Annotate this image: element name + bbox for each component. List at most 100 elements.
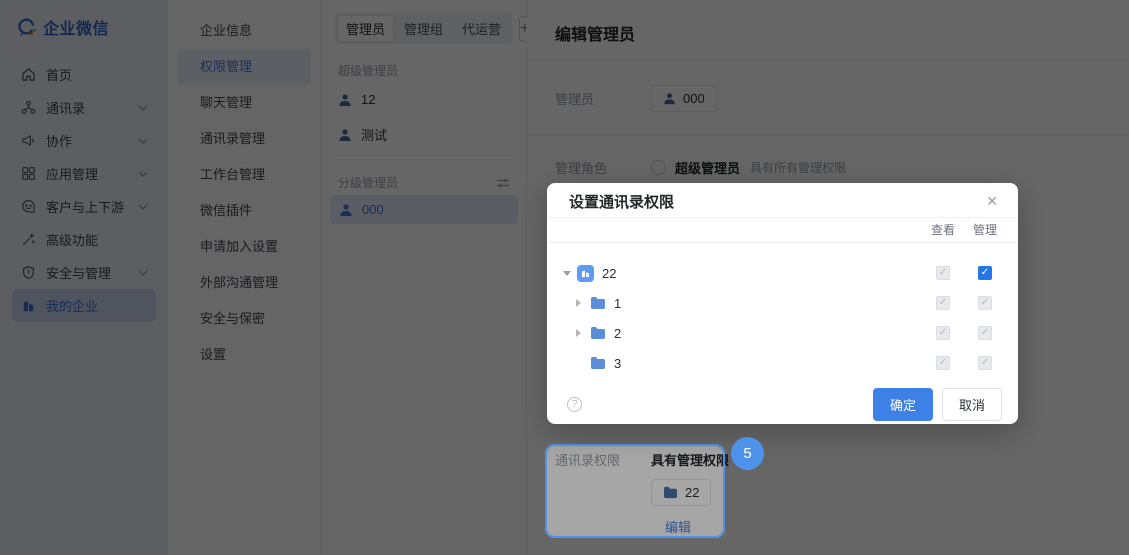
tree-node-name: 3 xyxy=(614,355,622,371)
set-contacts-permission-modal: 设置通讯录权限 ✕ 查看 管理 22 ✓ ✓ 1 ✓ ✓ 2 ✓ ✓ 3 ✓ ✓… xyxy=(547,183,1018,424)
tree-row-root[interactable]: 22 ✓ ✓ xyxy=(563,258,1000,288)
menu-item-join-settings[interactable]: 申请加入设置 xyxy=(178,229,311,265)
menu-item-company-info[interactable]: 企业信息 xyxy=(178,13,311,49)
sidebar-item-my-company[interactable]: 我的企业 xyxy=(12,289,156,322)
tree-row-dept[interactable]: 1 ✓ ✓ xyxy=(563,288,1000,318)
admin-field-row: 管理员 000 xyxy=(527,61,1129,136)
caret-down-icon[interactable] xyxy=(563,270,577,276)
manage-checkbox-disabled: ✓ xyxy=(978,296,992,310)
view-column-header: 查看 xyxy=(930,223,955,237)
menu-item-security-privacy[interactable]: 安全与保密 xyxy=(178,301,311,337)
admin-list-item[interactable]: 测试 xyxy=(322,116,526,153)
chevron-down-icon xyxy=(138,105,148,111)
tab-agent-ops[interactable]: 代运营 xyxy=(453,15,510,42)
tree-node-name: 22 xyxy=(602,265,617,281)
admin-list-item-selected[interactable]: 000 xyxy=(330,195,518,224)
page-title: 编辑管理员 xyxy=(527,0,1129,61)
caret-right-icon[interactable] xyxy=(576,329,590,337)
permission-column-headers: 查看 管理 xyxy=(547,217,1018,243)
help-icon[interactable]: ? xyxy=(567,397,582,412)
person-icon xyxy=(663,92,676,105)
role-option-label: 超级管理员 xyxy=(675,161,741,176)
sliders-filter-icon[interactable] xyxy=(496,177,510,189)
chevron-down-icon xyxy=(138,270,148,276)
admin-field-label: 管理员 xyxy=(555,92,595,107)
admin-tabs-row: 管理员 管理组 代运营 + xyxy=(335,13,531,44)
folder-icon xyxy=(590,356,606,370)
person-icon xyxy=(338,128,352,142)
sidebar-item-advanced[interactable]: 高级功能 xyxy=(12,223,156,256)
admin-name: 测试 xyxy=(361,128,388,143)
folder-icon xyxy=(590,326,606,340)
manage-checkbox-checked[interactable]: ✓ xyxy=(978,266,992,280)
confirm-button[interactable]: 确定 xyxy=(872,388,933,421)
view-checkbox-disabled: ✓ xyxy=(936,326,950,340)
admin-name: 000 xyxy=(362,202,384,217)
wechat-work-admin-app: 企业微信 首页 通讯录 协作 应用管理 客户与上下游 高级功能 安全与管理 我的… xyxy=(0,0,1129,555)
sub-admin-section-title: 分级管理员 xyxy=(338,176,399,190)
view-checkbox-disabled: ✓ xyxy=(936,266,950,280)
sidebar-item-home[interactable]: 首页 xyxy=(12,58,156,91)
modal-footer: ? 确定 取消 xyxy=(547,378,1018,435)
tree-row-dept[interactable]: 3 ✓ ✓ xyxy=(563,348,1000,378)
menu-item-permissions[interactable]: 权限管理 xyxy=(178,49,311,85)
manage-checkbox-disabled: ✓ xyxy=(978,326,992,340)
magic-wand-icon xyxy=(20,232,36,248)
cancel-button[interactable]: 取消 xyxy=(941,388,1002,421)
role-option-desc: 具有所有管理权限 xyxy=(750,161,847,175)
tree-row-dept[interactable]: 2 ✓ ✓ xyxy=(563,318,1000,348)
brand-name: 企业微信 xyxy=(43,21,110,38)
divider xyxy=(335,159,513,160)
caret-right-icon[interactable] xyxy=(576,299,590,307)
sidebar-item-apps[interactable]: 应用管理 xyxy=(12,157,156,190)
menu-item-external-comm[interactable]: 外部沟通管理 xyxy=(178,265,311,301)
sidebar-item-security[interactable]: 安全与管理 xyxy=(12,256,156,289)
admin-chip: 000 xyxy=(651,85,717,112)
chevron-down-icon xyxy=(138,138,148,144)
admin-name: 12 xyxy=(361,92,376,107)
menu-item-wechat-plugin[interactable]: 微信插件 xyxy=(178,193,311,229)
brand-logo[interactable]: 企业微信 xyxy=(16,15,168,39)
settings-menu: 企业信息 权限管理 聊天管理 通讯录管理 工作台管理 微信插件 申请加入设置 外… xyxy=(168,0,322,555)
menu-item-settings[interactable]: 设置 xyxy=(178,337,311,373)
sidebar-item-contacts[interactable]: 通讯录 xyxy=(12,91,156,124)
admin-tab-group: 管理员 管理组 代运营 xyxy=(335,13,513,44)
close-icon[interactable]: ✕ xyxy=(982,191,1002,212)
role-field-row: 管理角色 超级管理员 具有所有管理权限 xyxy=(527,136,1129,177)
folder-icon xyxy=(590,296,606,310)
tree-node-name: 1 xyxy=(614,295,622,311)
sidebar-item-label: 客户与上下游 xyxy=(46,200,125,215)
shield-icon xyxy=(20,265,36,281)
chevron-down-icon xyxy=(138,204,148,210)
manage-column-header: 管理 xyxy=(972,223,997,237)
person-icon xyxy=(339,203,353,217)
role-field-label: 管理角色 xyxy=(555,161,608,176)
admin-list-item[interactable]: 12 xyxy=(322,83,526,116)
wechat-work-logo-icon xyxy=(16,18,37,37)
super-admin-section-title: 超级管理员 xyxy=(338,64,399,78)
menu-item-workbench-mgmt[interactable]: 工作台管理 xyxy=(178,157,311,193)
modal-header: 设置通讯录权限 ✕ xyxy=(547,183,1018,217)
home-icon xyxy=(20,67,36,83)
tutorial-spotlight-box xyxy=(545,444,725,538)
sidebar-nav: 首页 通讯录 协作 应用管理 客户与上下游 高级功能 安全与管理 我的企业 xyxy=(0,58,168,322)
sidebar-item-collaboration[interactable]: 协作 xyxy=(12,124,156,157)
sidebar-item-label: 协作 xyxy=(46,134,73,149)
tab-admin-groups[interactable]: 管理组 xyxy=(395,15,452,42)
view-checkbox-disabled: ✓ xyxy=(936,296,950,310)
sidebar-item-label: 首页 xyxy=(46,68,73,83)
tab-administrators[interactable]: 管理员 xyxy=(337,15,395,42)
sidebar: 企业微信 首页 通讯录 协作 应用管理 客户与上下游 高级功能 安全与管理 我的… xyxy=(0,0,168,555)
department-tree: 22 ✓ ✓ 1 ✓ ✓ 2 ✓ ✓ 3 ✓ ✓ xyxy=(547,243,1018,378)
tutorial-step-badge: 5 xyxy=(731,437,764,470)
manage-checkbox-disabled: ✓ xyxy=(978,356,992,370)
menu-item-chat-mgmt[interactable]: 聊天管理 xyxy=(178,85,311,121)
sidebar-item-label: 通讯录 xyxy=(46,101,86,116)
super-admin-radio[interactable] xyxy=(651,160,666,175)
company-building-icon xyxy=(20,298,36,314)
company-tile-icon xyxy=(577,264,594,282)
menu-item-contacts-mgmt[interactable]: 通讯录管理 xyxy=(178,121,311,157)
admin-chip-name: 000 xyxy=(683,91,705,106)
admin-list-panel: 管理员 管理组 代运营 + 超级管理员 12 测试 分级管理员 000 xyxy=(322,0,531,555)
sidebar-item-customers[interactable]: 客户与上下游 xyxy=(12,190,156,223)
